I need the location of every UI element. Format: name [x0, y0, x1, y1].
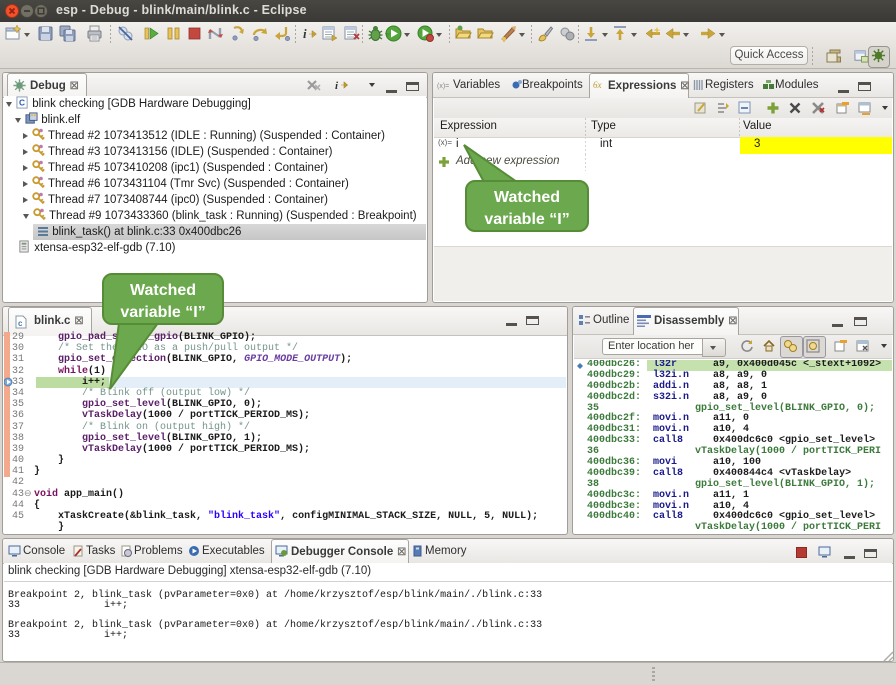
svg-text:6x: 6x	[593, 80, 602, 90]
svg-text:i: i	[303, 26, 307, 41]
svg-text:C: C	[19, 97, 25, 107]
svg-text:c: c	[18, 319, 23, 328]
svg-text:(x)=: (x)=	[437, 83, 449, 90]
svg-text:i: i	[335, 80, 339, 92]
